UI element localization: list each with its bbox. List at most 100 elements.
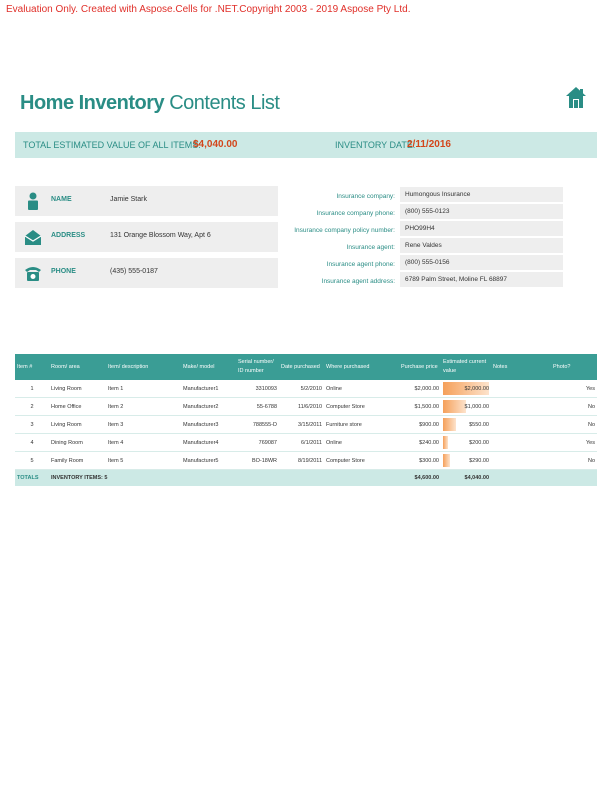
envelope-icon — [24, 230, 42, 245]
insurance-company-phone-label: Insurance company phone: — [316, 210, 395, 217]
table-row: 4 Dining Room Item 4 Manufacturer4 76908… — [15, 433, 597, 452]
value-bar — [443, 418, 456, 431]
cell-room: Living Room — [49, 380, 106, 398]
totals-price: $4,600.00 — [399, 469, 441, 486]
cell-photo: No — [551, 397, 597, 416]
cell-item-number: 2 — [15, 397, 49, 416]
cell-item: Item 4 — [106, 433, 181, 452]
cell-value: $290.00 — [441, 451, 491, 470]
inventory-date: 2/11/2016 — [407, 139, 451, 150]
cell-serial: 3310093 — [236, 380, 279, 398]
col-header-date: Date purchased — [279, 354, 324, 380]
cell-where: Online — [324, 433, 399, 452]
cell-value: $2,000.00 — [441, 380, 491, 398]
cell-notes — [491, 451, 551, 470]
cell-room: Home Office — [49, 397, 106, 416]
col-header-photo: Photo? — [551, 354, 597, 380]
cell-make: Manufacturer5 — [181, 451, 236, 470]
value-bar — [443, 400, 466, 413]
cell-notes — [491, 433, 551, 452]
col-header-value: Estimated current value — [441, 354, 491, 380]
cell-room: Family Room — [49, 451, 106, 470]
cell-room: Dining Room — [49, 433, 106, 452]
insurance-agent-value: Rene Valdes — [400, 238, 563, 253]
cell-photo: No — [551, 415, 597, 434]
cell-notes — [491, 415, 551, 434]
value-text: $2,000.00 — [464, 385, 489, 392]
totals-value: $4,040.00 — [441, 469, 491, 486]
cell-make: Manufacturer1 — [181, 380, 236, 398]
total-value: $4,040.00 — [193, 139, 238, 150]
col-header-serial: Serial number/ ID number — [236, 354, 279, 380]
evaluation-watermark: Evaluation Only. Created with Aspose.Cel… — [6, 4, 411, 15]
table-row: 2 Home Office Item 2 Manufacturer2 55-67… — [15, 397, 597, 416]
cell-where: Computer Store — [324, 397, 399, 416]
cell-date: 8/19/2011 — [279, 451, 324, 470]
name-label: NAME — [51, 196, 72, 203]
cell-notes — [491, 397, 551, 416]
inventory-date-label: INVENTORY DATE: — [335, 140, 416, 150]
insurance-policy-label: Insurance company policy number: — [294, 227, 395, 234]
col-header-room: Room/ area — [49, 354, 106, 380]
col-header-price: Purchase price — [399, 354, 441, 380]
phone-icon — [25, 267, 41, 281]
cell-room: Living Room — [49, 415, 106, 434]
cell-item-number: 1 — [15, 380, 49, 398]
table-row: 1 Living Room Item 1 Manufacturer1 33100… — [15, 380, 597, 398]
cell-value: $550.00 — [441, 415, 491, 434]
cell-item-number: 4 — [15, 433, 49, 452]
cell-date: 11/6/2010 — [279, 397, 324, 416]
cell-make: Manufacturer2 — [181, 397, 236, 416]
value-text: $200.00 — [469, 439, 489, 446]
cell-where: Furniture store — [324, 415, 399, 434]
cell-price: $240.00 — [399, 433, 441, 452]
insurance-agent-phone-label: Insurance agent phone: — [326, 261, 395, 268]
cell-date: 6/1/2011 — [279, 433, 324, 452]
value-text: $550.00 — [469, 421, 489, 428]
cell-date: 3/15/2011 — [279, 415, 324, 434]
cell-item-number: 5 — [15, 451, 49, 470]
value-text: $1,000.00 — [464, 403, 489, 410]
value-text: $290.00 — [469, 457, 489, 464]
cell-serial: 55-6788 — [236, 397, 279, 416]
cell-price: $2,000.00 — [399, 380, 441, 398]
insurance-agent-address-label: Insurance agent address: — [321, 278, 395, 285]
cell-serial: 769087 — [236, 433, 279, 452]
insurance-company-phone-value: (800) 555-0123 — [400, 204, 563, 219]
home-icon — [566, 87, 586, 108]
table-row: 5 Family Room Item 5 Manufacturer5 BO-18… — [15, 451, 597, 470]
cell-photo: No — [551, 451, 597, 470]
cell-where: Computer Store — [324, 451, 399, 470]
cell-price: $300.00 — [399, 451, 441, 470]
cell-photo: Yes — [551, 380, 597, 398]
address-label: ADDRESS — [51, 232, 86, 239]
cell-item: Item 5 — [106, 451, 181, 470]
cell-value: $1,000.00 — [441, 397, 491, 416]
insurance-agent-address-value: 6789 Palm Street, Moline FL 68897 — [400, 272, 563, 287]
cell-item-number: 3 — [15, 415, 49, 434]
name-value: Jamie Stark — [110, 196, 147, 203]
cell-make: Manufacturer4 — [181, 433, 236, 452]
cell-price: $900.00 — [399, 415, 441, 434]
page-title-rest: Contents List — [164, 92, 280, 114]
value-bar — [443, 436, 448, 449]
cell-make: Manufacturer3 — [181, 415, 236, 434]
cell-where: Online — [324, 380, 399, 398]
col-header-notes: Notes — [491, 354, 551, 380]
phone-label: PHONE — [51, 268, 76, 275]
cell-item: Item 3 — [106, 415, 181, 434]
cell-item: Item 1 — [106, 380, 181, 398]
value-bar — [443, 454, 450, 467]
insurance-company-value: Humongous Insurance — [400, 187, 563, 202]
cell-serial: 788555-D — [236, 415, 279, 434]
cell-date: 5/2/2010 — [279, 380, 324, 398]
insurance-agent-phone-value: (800) 555-0156 — [400, 255, 563, 270]
cell-value: $200.00 — [441, 433, 491, 452]
summary-bar: TOTAL ESTIMATED VALUE OF ALL ITEMS: $4,0… — [15, 132, 597, 158]
cell-item: Item 2 — [106, 397, 181, 416]
totals-label: TOTALS — [15, 469, 49, 486]
page-title: Home Inventory Contents List — [20, 92, 280, 115]
totals-notes — [491, 469, 551, 486]
table-row: 3 Living Room Item 3 Manufacturer3 78855… — [15, 415, 597, 434]
insurance-company-label: Insurance company: — [336, 193, 395, 200]
